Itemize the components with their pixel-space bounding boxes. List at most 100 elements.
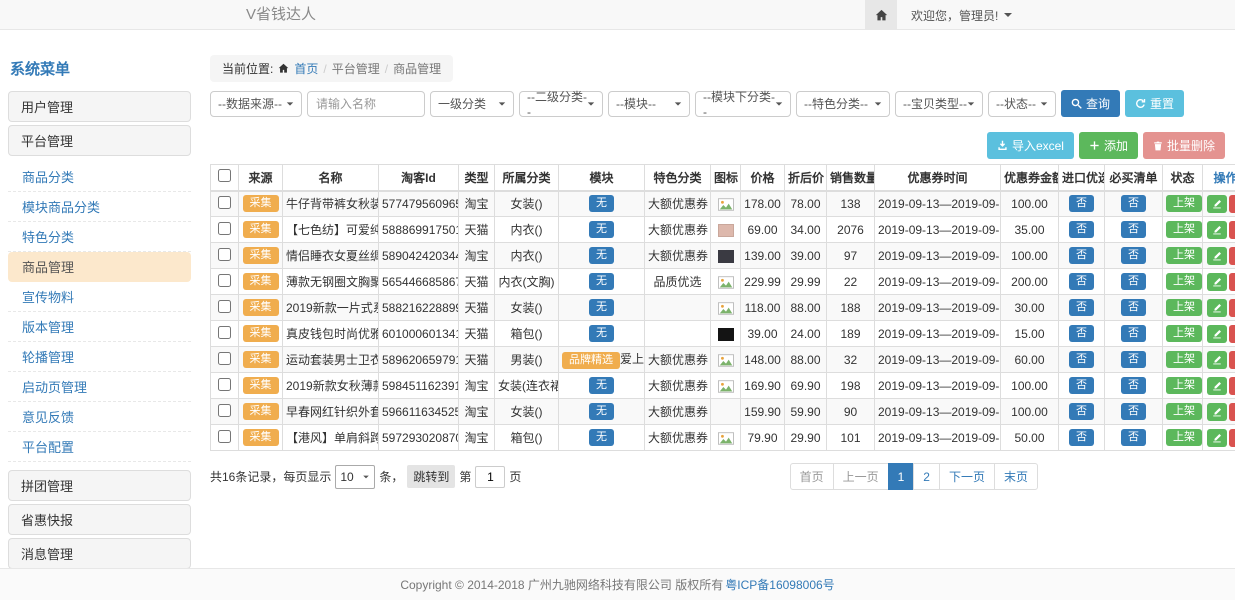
sidebar-item[interactable]: 版本管理	[8, 312, 191, 342]
sidebar-group-item[interactable]: 平台管理	[8, 125, 191, 156]
import-toggle-button[interactable]: 否	[1069, 429, 1094, 446]
status-badge[interactable]: 上架	[1166, 403, 1202, 420]
reset-button[interactable]: 重置	[1125, 90, 1184, 117]
mustbuy-toggle-button[interactable]: 否	[1121, 273, 1146, 290]
row-checkbox[interactable]	[218, 196, 231, 209]
mustbuy-toggle-button[interactable]: 否	[1121, 221, 1146, 238]
filter-module-sub[interactable]: --模块下分类--	[695, 91, 791, 117]
jump-page-input[interactable]	[475, 466, 505, 488]
edit-button[interactable]	[1207, 351, 1227, 369]
query-button[interactable]: 查询	[1061, 90, 1120, 117]
import-toggle-button[interactable]: 否	[1069, 377, 1094, 394]
edit-button[interactable]	[1207, 247, 1227, 265]
status-badge[interactable]: 上架	[1166, 377, 1202, 394]
page-button[interactable]: 首页	[790, 463, 834, 490]
filter-module[interactable]: --模块--	[608, 91, 690, 117]
select-all-checkbox[interactable]	[218, 169, 231, 182]
delete-button[interactable]	[1229, 195, 1235, 213]
filter-feature[interactable]: --特色分类--	[796, 91, 890, 117]
mustbuy-toggle-button[interactable]: 否	[1121, 429, 1146, 446]
import-toggle-button[interactable]: 否	[1069, 221, 1094, 238]
import-excel-button[interactable]: 导入excel	[987, 132, 1074, 159]
edit-button[interactable]	[1207, 299, 1227, 317]
delete-button[interactable]	[1229, 221, 1235, 239]
edit-button[interactable]	[1207, 403, 1227, 421]
sidebar-item[interactable]: 平台配置	[8, 432, 191, 462]
mustbuy-toggle-button[interactable]: 否	[1121, 247, 1146, 264]
status-badge[interactable]: 上架	[1166, 273, 1202, 290]
edit-button[interactable]	[1207, 273, 1227, 291]
delete-button[interactable]	[1229, 325, 1235, 343]
edit-button[interactable]	[1207, 377, 1227, 395]
edit-button[interactable]	[1207, 325, 1227, 343]
sidebar-item[interactable]: 轮播管理	[8, 342, 191, 372]
home-button[interactable]	[865, 0, 897, 30]
status-badge[interactable]: 上架	[1166, 247, 1202, 264]
delete-button[interactable]	[1229, 351, 1235, 369]
import-toggle-button[interactable]: 否	[1069, 403, 1094, 420]
row-checkbox[interactable]	[218, 378, 231, 391]
edit-button[interactable]	[1207, 195, 1227, 213]
page-button[interactable]: 1	[888, 463, 915, 490]
delete-button[interactable]	[1229, 247, 1235, 265]
sidebar-item[interactable]: 宣传物料	[8, 282, 191, 312]
filter-data-source[interactable]: --数据来源--	[210, 91, 302, 117]
filter-name-input[interactable]	[307, 91, 425, 117]
status-badge[interactable]: 上架	[1166, 429, 1202, 446]
sidebar-item[interactable]: 特色分类	[8, 222, 191, 252]
sidebar-item[interactable]: 商品分类	[8, 162, 191, 192]
mustbuy-toggle-button[interactable]: 否	[1121, 403, 1146, 420]
mustbuy-toggle-button[interactable]: 否	[1121, 195, 1146, 212]
icp-link[interactable]: 粤ICP备16098006号	[725, 576, 834, 593]
mustbuy-toggle-button[interactable]: 否	[1121, 351, 1146, 368]
filter-category-2[interactable]: --二级分类--	[519, 91, 603, 117]
import-toggle-button[interactable]: 否	[1069, 351, 1094, 368]
row-checkbox[interactable]	[218, 430, 231, 443]
import-toggle-button[interactable]: 否	[1069, 299, 1094, 316]
import-toggle-button[interactable]: 否	[1069, 195, 1094, 212]
row-checkbox[interactable]	[218, 300, 231, 313]
jump-button[interactable]: 跳转到	[407, 465, 455, 488]
sidebar-group-item[interactable]: 拼团管理	[8, 470, 191, 501]
delete-button[interactable]	[1229, 403, 1235, 421]
page-button[interactable]: 2	[913, 463, 940, 490]
page-button[interactable]: 下一页	[939, 463, 995, 490]
status-badge[interactable]: 上架	[1166, 351, 1202, 368]
filter-item-type[interactable]: --宝贝类型--	[895, 91, 983, 117]
sidebar-item[interactable]: 模块商品分类	[8, 192, 191, 222]
filter-category-1[interactable]: 一级分类	[430, 91, 514, 117]
status-badge[interactable]: 上架	[1166, 325, 1202, 342]
row-checkbox[interactable]	[218, 352, 231, 365]
sidebar-group-item[interactable]: 用户管理	[8, 91, 191, 122]
sidebar-group-item[interactable]: 消息管理	[8, 538, 191, 568]
mustbuy-toggle-button[interactable]: 否	[1121, 377, 1146, 394]
row-checkbox[interactable]	[218, 222, 231, 235]
import-toggle-button[interactable]: 否	[1069, 325, 1094, 342]
delete-button[interactable]	[1229, 299, 1235, 317]
page-size-select[interactable]: 10	[335, 465, 375, 489]
sidebar-group-item[interactable]: 省惠快报	[8, 504, 191, 535]
delete-button[interactable]	[1229, 377, 1235, 395]
sidebar-item[interactable]: 商品管理	[8, 252, 191, 282]
row-checkbox[interactable]	[218, 248, 231, 261]
import-toggle-button[interactable]: 否	[1069, 247, 1094, 264]
delete-button[interactable]	[1229, 273, 1235, 291]
add-button[interactable]: 添加	[1079, 132, 1138, 159]
user-menu[interactable]: 欢迎您，管理员!	[897, 0, 1026, 30]
import-toggle-button[interactable]: 否	[1069, 273, 1094, 290]
sidebar-item[interactable]: 启动页管理	[8, 372, 191, 402]
status-badge[interactable]: 上架	[1166, 221, 1202, 238]
filter-status[interactable]: --状态--	[988, 91, 1056, 117]
page-button[interactable]: 上一页	[833, 463, 889, 490]
page-button[interactable]: 末页	[994, 463, 1038, 490]
edit-button[interactable]	[1207, 221, 1227, 239]
row-checkbox[interactable]	[218, 326, 231, 339]
sidebar-item[interactable]: 意见反馈	[8, 402, 191, 432]
status-badge[interactable]: 上架	[1166, 299, 1202, 316]
row-checkbox[interactable]	[218, 274, 231, 287]
status-badge[interactable]: 上架	[1166, 195, 1202, 212]
delete-button[interactable]	[1229, 429, 1235, 447]
batch-delete-button[interactable]: 批量删除	[1143, 132, 1225, 159]
edit-button[interactable]	[1207, 429, 1227, 447]
breadcrumb-home-link[interactable]: 首页	[294, 60, 318, 77]
